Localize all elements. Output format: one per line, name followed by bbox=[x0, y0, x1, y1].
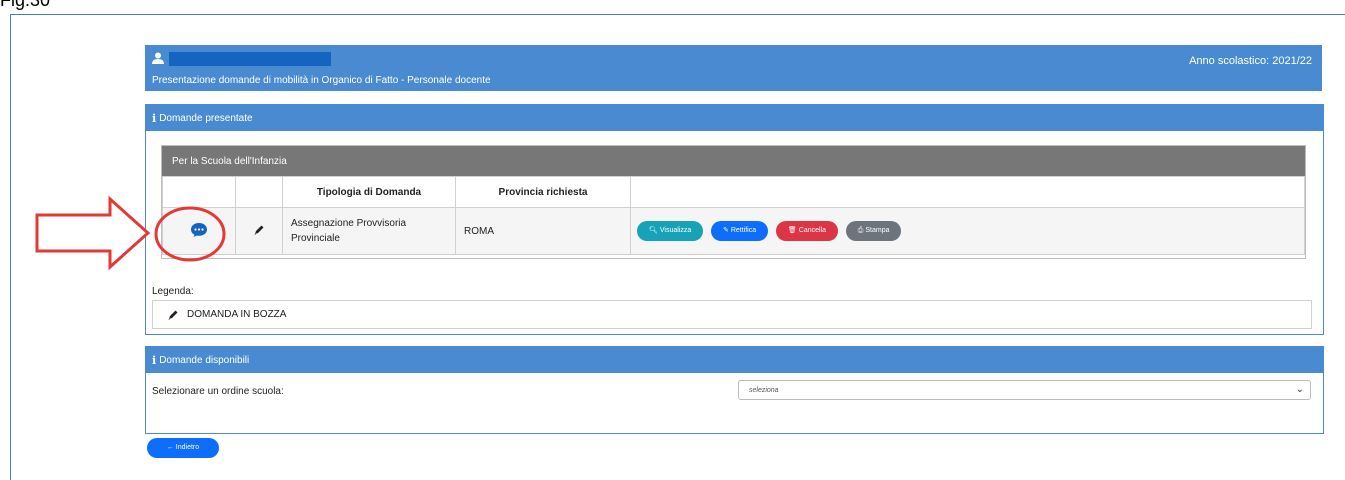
circle-annotation bbox=[154, 206, 226, 262]
arrow-annotation bbox=[35, 195, 151, 271]
annotation-overlay bbox=[35, 195, 226, 271]
